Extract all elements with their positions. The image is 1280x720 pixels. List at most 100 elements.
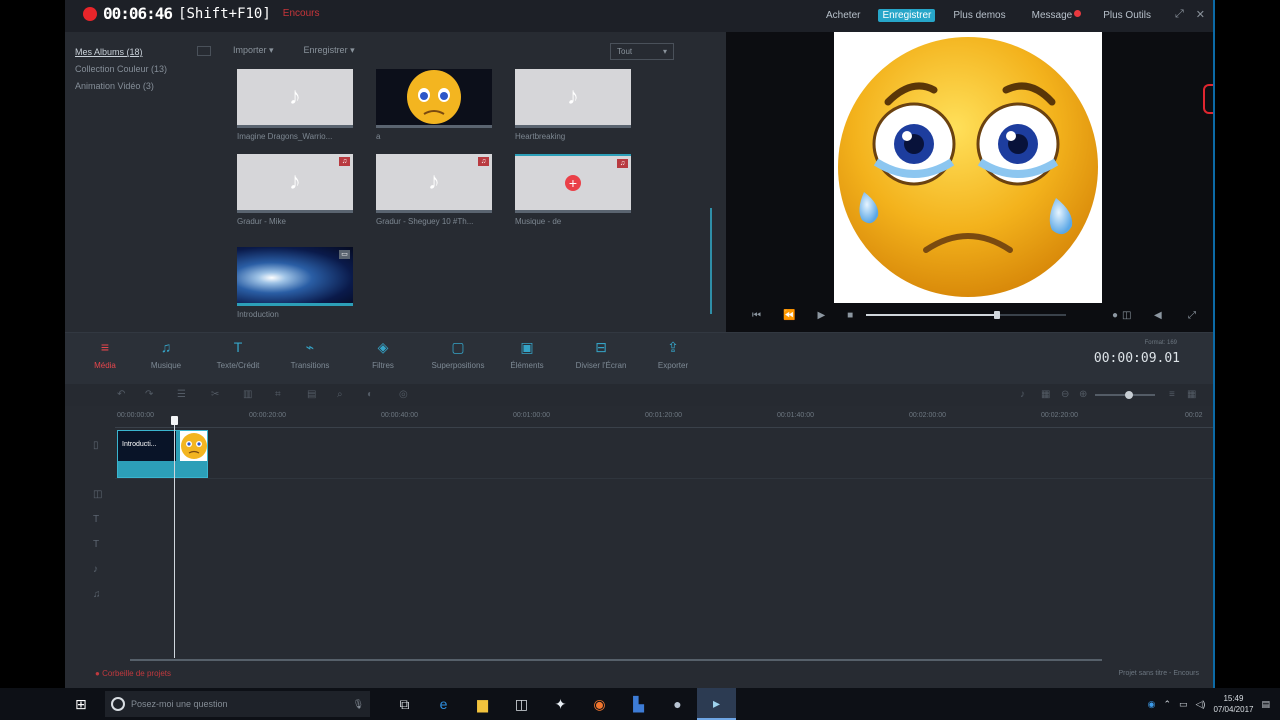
- zoom-handle[interactable]: [1125, 391, 1133, 399]
- maximize-icon[interactable]: ⤢: [1175, 8, 1184, 21]
- zoom-slider[interactable]: [1095, 391, 1155, 399]
- transitions-icon: ⌁: [305, 339, 315, 355]
- microphone-icon[interactable]: 🎙: [353, 699, 364, 710]
- tool-elements-label: Éléments: [510, 361, 544, 370]
- fullscreen-icon[interactable]: ⤢: [1188, 310, 1196, 321]
- tool-music[interactable]: ♫ Musique: [131, 339, 201, 370]
- media-item[interactable]: + ♫ Musique - de: [515, 154, 631, 226]
- format-label: Format: 169: [1144, 340, 1177, 346]
- edge-icon[interactable]: e: [424, 688, 463, 720]
- menu-more-tools[interactable]: Plus Outils: [1099, 9, 1155, 22]
- cut-icon[interactable]: ✂: [211, 389, 219, 400]
- globe-icon[interactable]: ●: [658, 688, 697, 720]
- media-item[interactable]: ♪ ♫ Gradur - Sheguey 10 #Th...: [376, 154, 492, 226]
- speed-icon[interactable]: ◎: [399, 389, 408, 400]
- image-thumbnail: [376, 69, 492, 125]
- menu-icon[interactable]: ≡: [1169, 389, 1175, 400]
- mic-icon[interactable]: ●: [1112, 310, 1118, 321]
- zoom-tool-icon[interactable]: ⌕: [337, 389, 343, 400]
- zoom-in-icon[interactable]: ⊕: [1079, 389, 1087, 400]
- video-clip[interactable]: Introducti...: [117, 430, 208, 478]
- music-note-icon: ♪: [289, 83, 301, 110]
- ruler-tick: 00:02: [1185, 412, 1203, 419]
- audio-mixer-icon[interactable]: ♪: [1020, 389, 1025, 400]
- timeline-scrollbar[interactable]: [130, 659, 1102, 661]
- collapse-sidebar-icon[interactable]: [197, 46, 211, 56]
- tool-transitions[interactable]: ⌁ Transitions: [275, 339, 345, 370]
- filmora-icon[interactable]: ▸: [697, 688, 736, 720]
- video-track-icon: ▯: [93, 440, 99, 451]
- prev-frame-icon[interactable]: ⏪: [783, 310, 795, 321]
- chevron-up-icon[interactable]: ⌃: [1163, 699, 1171, 710]
- filter-select[interactable]: Tout ▾: [610, 43, 674, 60]
- list-icon[interactable]: ☰: [177, 389, 186, 400]
- windows-start-icon[interactable]: ⊞: [75, 696, 91, 712]
- playback-progress[interactable]: [866, 311, 1066, 319]
- split-icon[interactable]: ▤: [307, 389, 316, 400]
- store-icon[interactable]: ◫: [502, 688, 541, 720]
- delete-icon[interactable]: ▥: [243, 389, 252, 400]
- thumbnail-bar: [515, 125, 631, 128]
- timeline-toolbar: ↶ ↷ ☰ ✂ ▥ ⌗ ▤ ⌕ ◐ ◎ ♪ ▦ ⊖ ⊕ ≡ ▦: [65, 384, 1215, 406]
- volume-icon[interactable]: ◀: [1154, 310, 1162, 321]
- sidebar-item-color[interactable]: Collection Couleur (13): [75, 61, 205, 78]
- tray-app-icon[interactable]: ◉: [1148, 699, 1156, 710]
- menu-more-demos[interactable]: Plus demos: [949, 9, 1009, 22]
- record-icon[interactable]: [83, 6, 97, 21]
- progress-fill: [866, 314, 996, 316]
- file-explorer-icon[interactable]: ▆: [463, 688, 502, 720]
- record-dropdown[interactable]: Enregistrer ▾: [304, 45, 355, 56]
- add-to-timeline-icon[interactable]: +: [565, 175, 581, 191]
- close-icon[interactable]: ✕: [1196, 8, 1205, 21]
- cortana-search[interactable]: Posez-moi une question 🎙: [105, 691, 370, 717]
- media-item[interactable]: a: [376, 69, 492, 141]
- recording-hotkey: [Shift+F10]: [178, 5, 271, 22]
- tool-split-screen[interactable]: ⊟ Diviser l'Écran: [561, 339, 641, 370]
- menu-message[interactable]: Message: [1024, 9, 1086, 22]
- project-bin[interactable]: ● Corbeille de projets: [95, 669, 171, 678]
- menu-buy[interactable]: Acheter: [822, 9, 864, 22]
- tool-filters[interactable]: ◈ Filtres: [348, 339, 418, 370]
- skip-back-icon[interactable]: ⏮: [752, 310, 761, 321]
- clip-emoji-thumb: [180, 431, 207, 461]
- network-icon[interactable]: ▭: [1179, 699, 1188, 710]
- progress-handle[interactable]: [994, 311, 1000, 319]
- media-item-label: Gradur - Mike: [237, 217, 286, 226]
- tool-overlays[interactable]: ▢ Superpositions: [418, 339, 498, 370]
- media-item[interactable]: ♪ Heartbreaking: [515, 69, 631, 141]
- clock[interactable]: 15:49 07/04/2017: [1213, 693, 1253, 715]
- redo-icon[interactable]: ↷: [145, 389, 153, 400]
- clock-time: 15:49: [1223, 694, 1244, 703]
- tool-export[interactable]: ⇪ Exporter: [638, 339, 708, 370]
- media-item-label: Musique - de: [515, 217, 562, 226]
- media-item[interactable]: ▭ Introduction: [237, 247, 353, 319]
- snapshot-icon[interactable]: ◫: [1122, 310, 1131, 321]
- notifications-icon[interactable]: ▤: [1261, 699, 1270, 710]
- tool-text[interactable]: T Texte/Crédit: [203, 339, 273, 370]
- play-icon[interactable]: ▶: [817, 310, 825, 321]
- grid-icon[interactable]: ▦: [1187, 389, 1196, 400]
- app-icon[interactable]: ▙: [619, 688, 658, 720]
- tool-media[interactable]: ≡ Média: [70, 339, 140, 370]
- playhead-handle[interactable]: [171, 416, 178, 425]
- media-item[interactable]: ♪ Imagine Dragons_Warrio...: [237, 69, 353, 141]
- zoom-out-icon[interactable]: ⊖: [1061, 389, 1069, 400]
- recorder-widget[interactable]: 00:06:46 [Shift+F10] Encours: [83, 4, 319, 23]
- sidebar-item-albums[interactable]: Mes Albums (18): [75, 44, 205, 61]
- tool-elements[interactable]: ▣ Éléments: [492, 339, 562, 370]
- sidebar-item-animation[interactable]: Animation Vidéo (3): [75, 78, 205, 95]
- volume-tray-icon[interactable]: ◁): [1196, 699, 1206, 710]
- menu-register[interactable]: Enregistrer: [878, 9, 936, 22]
- timeline-ruler[interactable]: 00:00:00:00 00:00:20:00 00:00:40:00 00:0…: [115, 406, 1215, 428]
- stop-icon[interactable]: ■: [847, 310, 853, 321]
- media-item[interactable]: ♪ ♫ Gradur - Mike: [237, 154, 353, 226]
- fit-icon[interactable]: ▦: [1041, 389, 1050, 400]
- undo-icon[interactable]: ↶: [117, 389, 125, 400]
- task-view-icon[interactable]: ⧉: [385, 688, 424, 720]
- crop-icon[interactable]: ⌗: [275, 389, 281, 400]
- color-icon[interactable]: ◐: [367, 389, 373, 400]
- import-dropdown[interactable]: Importer ▾: [233, 45, 274, 56]
- firefox-icon[interactable]: ◉: [580, 688, 619, 720]
- dropbox-icon[interactable]: ✦: [541, 688, 580, 720]
- library-scrollbar[interactable]: [710, 208, 712, 314]
